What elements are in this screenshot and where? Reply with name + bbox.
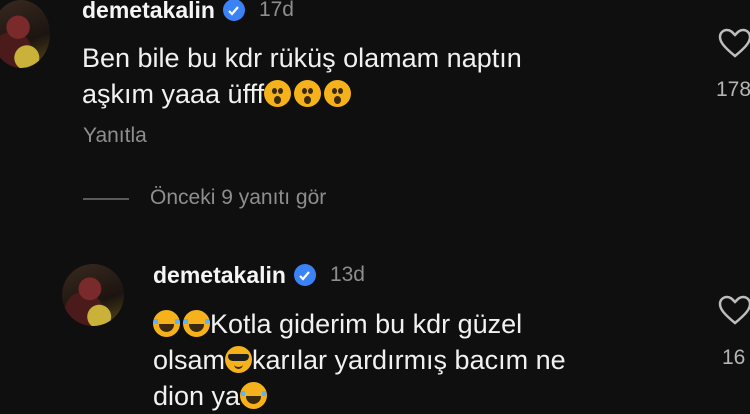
astonished-face-icon [324,80,352,107]
tears-of-joy-face-icon [240,382,268,409]
timestamp: 13d [329,263,365,286]
avatar[interactable] [62,264,124,326]
like-count: 178 [716,78,750,101]
comment-line-text: aşkım yaaa üfff [82,79,265,109]
verified-badge-icon [293,264,316,286]
verified-badge-icon [222,0,245,21]
comment-line-text: Kotla giderim bu kdr güzel [210,309,523,339]
username[interactable]: demetakalin [153,262,286,289]
comment-header: demetakalin 13d [153,260,365,290]
replies-divider-line [83,198,129,200]
comment-text: Kotla giderim bu kdr güzel olsam karılar … [153,306,566,414]
like-heart-icon[interactable] [718,295,750,330]
timestamp: 17d [258,0,294,21]
comment-header: demetakalin 17d [82,0,294,25]
like-count: 16 [722,346,746,369]
astonished-face-icon [264,80,292,107]
comment-text: Ben bile bu kdr rüküş olamam naptın aşkı… [82,40,522,112]
avatar[interactable] [0,0,50,68]
view-previous-replies-button[interactable]: Önceki 9 yanıtı gör [150,186,326,210]
sunglasses-face-icon [225,346,253,373]
comment-line-text: karılar yardırmış bacım ne [252,345,566,375]
tears-of-joy-face-icon [183,310,210,337]
like-heart-icon[interactable] [718,28,750,63]
username[interactable]: demetakalin [82,0,215,24]
comment-line: aşkım yaaa üfff [82,76,522,112]
comment-line: Ben bile bu kdr rüküş olamam naptın [82,43,522,73]
comment-line: Kotla giderim bu kdr güzel [153,306,566,342]
astonished-face-icon [294,80,322,107]
reply-button[interactable]: Yanıtla [83,124,147,148]
comment-line-text: dion ya [153,381,241,411]
comment-line-text: olsam [153,345,226,375]
comment-line: dion ya [153,378,566,414]
comment-line: olsam karılar yardırmış bacım ne [153,342,566,378]
tears-of-joy-face-icon [153,310,180,337]
